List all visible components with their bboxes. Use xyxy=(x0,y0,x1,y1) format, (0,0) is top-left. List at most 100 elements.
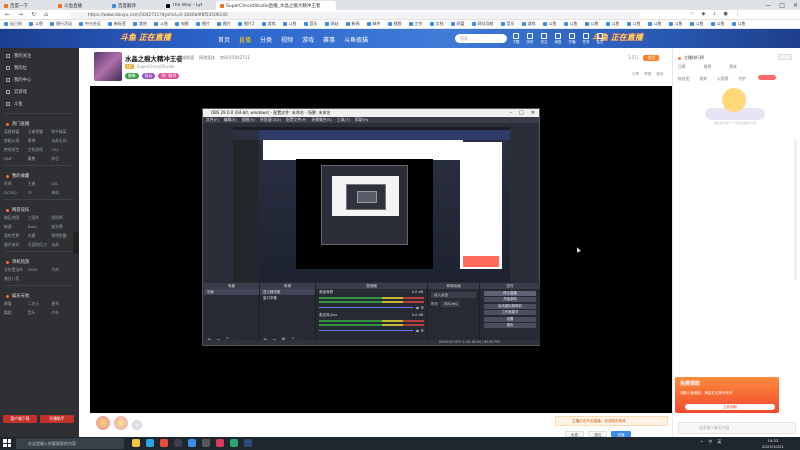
file-explorer-icon[interactable] xyxy=(132,439,140,447)
nav-item[interactable]: 视频 xyxy=(281,35,293,44)
sidebar-category-link[interactable]: 炉石 xyxy=(51,156,75,162)
room-tag[interactable]: 热门推荐 xyxy=(158,73,180,79)
stream-assistant-button[interactable]: 开播助手 xyxy=(40,415,74,423)
sidebar-section-header[interactable]: 娱乐天地 › xyxy=(0,291,79,301)
music-icon[interactable] xyxy=(216,439,224,447)
bookmark-item[interactable]: 新标签 xyxy=(108,21,126,27)
profile-icon[interactable]: ● xyxy=(724,11,728,17)
client-download-button[interactable]: 客户端下载 xyxy=(3,415,37,423)
share-icon[interactable]: 分享 xyxy=(632,72,639,77)
sidebar-category-link[interactable]: 王者 xyxy=(28,181,52,187)
minimize-icon[interactable]: – xyxy=(510,110,513,116)
subtab-vip[interactable]: 贵宾 xyxy=(699,76,707,82)
sidebar-category-link[interactable]: 光遇 xyxy=(28,233,52,239)
browser-tab[interactable]: 斗鱼直播 xyxy=(54,1,108,10)
extension-icon[interactable]: ◆ xyxy=(701,11,705,17)
right-panel-scrollbar[interactable] xyxy=(794,140,797,280)
transition-select[interactable]: 淡入淡出 xyxy=(431,292,476,298)
browser-tab[interactable]: 百度一下 xyxy=(0,1,54,10)
tab-daily[interactable]: 日榜 xyxy=(678,64,686,70)
scene-item[interactable]: 场景 xyxy=(204,289,259,295)
sidebar-category-link[interactable]: Dota xyxy=(28,224,52,230)
tab-vip[interactable]: 贵宾 xyxy=(729,64,737,70)
reload-icon[interactable]: ↻ xyxy=(31,11,36,18)
sidebar-category-link[interactable]: 原神 xyxy=(28,138,52,144)
bookmark-item[interactable]: 游戏 xyxy=(521,21,536,27)
complaint-icon[interactable]: 投诉 xyxy=(656,72,663,77)
bookmark-item[interactable]: 图片 xyxy=(217,21,231,27)
home-icon[interactable]: ⌂ xyxy=(44,11,48,18)
settings-button[interactable]: 设置 xyxy=(484,316,536,322)
sidebar-section-header[interactable]: 单机热游 › xyxy=(0,257,79,267)
obs-menu-item[interactable]: 场景集合(S) xyxy=(311,117,332,123)
gift-icon[interactable] xyxy=(96,416,110,430)
bookmark-item[interactable]: 斗鱼 xyxy=(668,21,683,27)
sidebar-category-link[interactable]: GTA5 xyxy=(28,267,52,273)
chevron-right-icon[interactable]: › xyxy=(71,122,73,127)
bookmark-item[interactable]: 网盘 xyxy=(450,21,465,27)
sidebar-category-link[interactable]: 和平精英 xyxy=(51,129,75,135)
terminal-icon[interactable] xyxy=(174,439,182,447)
sidebar-category-link[interactable]: 我的世界 xyxy=(4,233,28,239)
sidebar-category-link[interactable]: 绝地求生 xyxy=(4,147,28,153)
header-icon-button[interactable]: 会员 xyxy=(596,33,604,45)
obs-menu-item[interactable]: 文件(F) xyxy=(206,117,219,123)
sidebar-category-link[interactable]: 颜值 xyxy=(4,301,28,307)
bookmark-item[interactable]: 斗鱼 xyxy=(710,21,725,27)
obs-menu-item[interactable]: 帮助(H) xyxy=(355,117,368,123)
room-tag[interactable]: 陪玩 xyxy=(141,73,156,79)
header-icon-button[interactable]: 关注 xyxy=(540,33,548,45)
sidebar-category-link[interactable]: 吃鸡 xyxy=(4,181,28,187)
sidebar-category-link[interactable]: LOL xyxy=(51,181,75,187)
obs-menu-item[interactable]: 配置文件(P) xyxy=(286,117,306,123)
sidebar-category-link[interactable]: 王者荣耀 xyxy=(28,129,52,135)
minimize-icon[interactable]: — xyxy=(765,2,771,9)
streamer-name[interactable]: SuperChrontStudio xyxy=(137,64,175,69)
sidebar-category-link[interactable]: 二次元 xyxy=(28,301,52,307)
close-icon[interactable]: ✕ xyxy=(793,2,798,9)
room-tag[interactable]: 巅峰 xyxy=(125,73,139,79)
nav-item[interactable]: 游戏 xyxy=(302,35,314,44)
site-search-input[interactable]: 搜索 xyxy=(455,34,507,43)
sidebar-category-link[interactable]: 星秀 xyxy=(51,301,75,307)
bookmark-item[interactable]: 电影 xyxy=(175,21,189,27)
obs-menu-item[interactable]: 编辑(E) xyxy=(224,117,237,123)
sidebar-section-header[interactable]: 热门直播 › xyxy=(0,119,79,129)
promo-claim-button[interactable]: 立即领取 xyxy=(685,404,775,410)
browser-tab[interactable]: The Way - Lyt xyxy=(162,1,216,10)
sidebar-category-link[interactable]: 英雄联盟 xyxy=(4,129,28,135)
subtab-rocket[interactable]: 火箭榜 xyxy=(717,76,728,82)
obs-menu-item[interactable]: 视图(V) xyxy=(242,117,255,123)
bookmark-item[interactable]: 网站 xyxy=(324,21,339,27)
sidebar-category-link[interactable]: 方舟 xyxy=(51,267,75,273)
header-icon-button[interactable]: 任务 xyxy=(582,33,590,45)
gear-icon[interactable]: ⚙ xyxy=(420,305,424,310)
back-icon[interactable]: ← xyxy=(5,11,10,18)
bookmark-item[interactable]: 中古社区 xyxy=(79,21,101,27)
store-icon[interactable] xyxy=(188,439,196,447)
header-icon-button[interactable]: 消息 xyxy=(554,33,562,45)
sidebar-category-link[interactable]: 永劫 xyxy=(51,242,75,248)
bookmark-item[interactable]: 网址导航 xyxy=(471,21,494,27)
menu-icon[interactable]: ⋮ xyxy=(735,11,740,17)
obs-icon[interactable] xyxy=(202,439,210,447)
bookmark-item[interactable]: 斗鱼 xyxy=(731,21,746,27)
close-icon[interactable]: ✕ xyxy=(531,110,535,116)
nav-item[interactable]: 首页 xyxy=(218,35,230,44)
nav-item[interactable]: 赛事 xyxy=(323,35,335,44)
sidebar-category-link[interactable]: DNF xyxy=(4,156,28,162)
obs-menu-item[interactable]: 停靠窗口(D) xyxy=(260,117,281,123)
bookmark-item[interactable]: 邮件 xyxy=(366,21,381,27)
sidebar-category-link[interactable]: 永劫无间 xyxy=(51,138,75,144)
subtab-fans[interactable]: 粉丝团 xyxy=(678,76,689,82)
follow-button[interactable]: 关注 xyxy=(643,55,660,61)
exit-button[interactable]: 退出 xyxy=(484,323,536,328)
bookmark-item[interactable]: 斗鱼 xyxy=(563,21,578,27)
category-link[interactable]: 网游竞技 xyxy=(199,55,215,61)
header-icon-button[interactable]: 开播 xyxy=(568,33,576,45)
nav-item[interactable]: 分类 xyxy=(260,35,272,44)
sidebar-category-link[interactable]: CS2 xyxy=(51,147,75,153)
bookmark-item[interactable]: 斗鱼 xyxy=(605,21,620,27)
bookmark-item[interactable]: 斗鱼 xyxy=(626,21,641,27)
nav-item[interactable]: 斗鱼夜猫 xyxy=(344,35,368,44)
